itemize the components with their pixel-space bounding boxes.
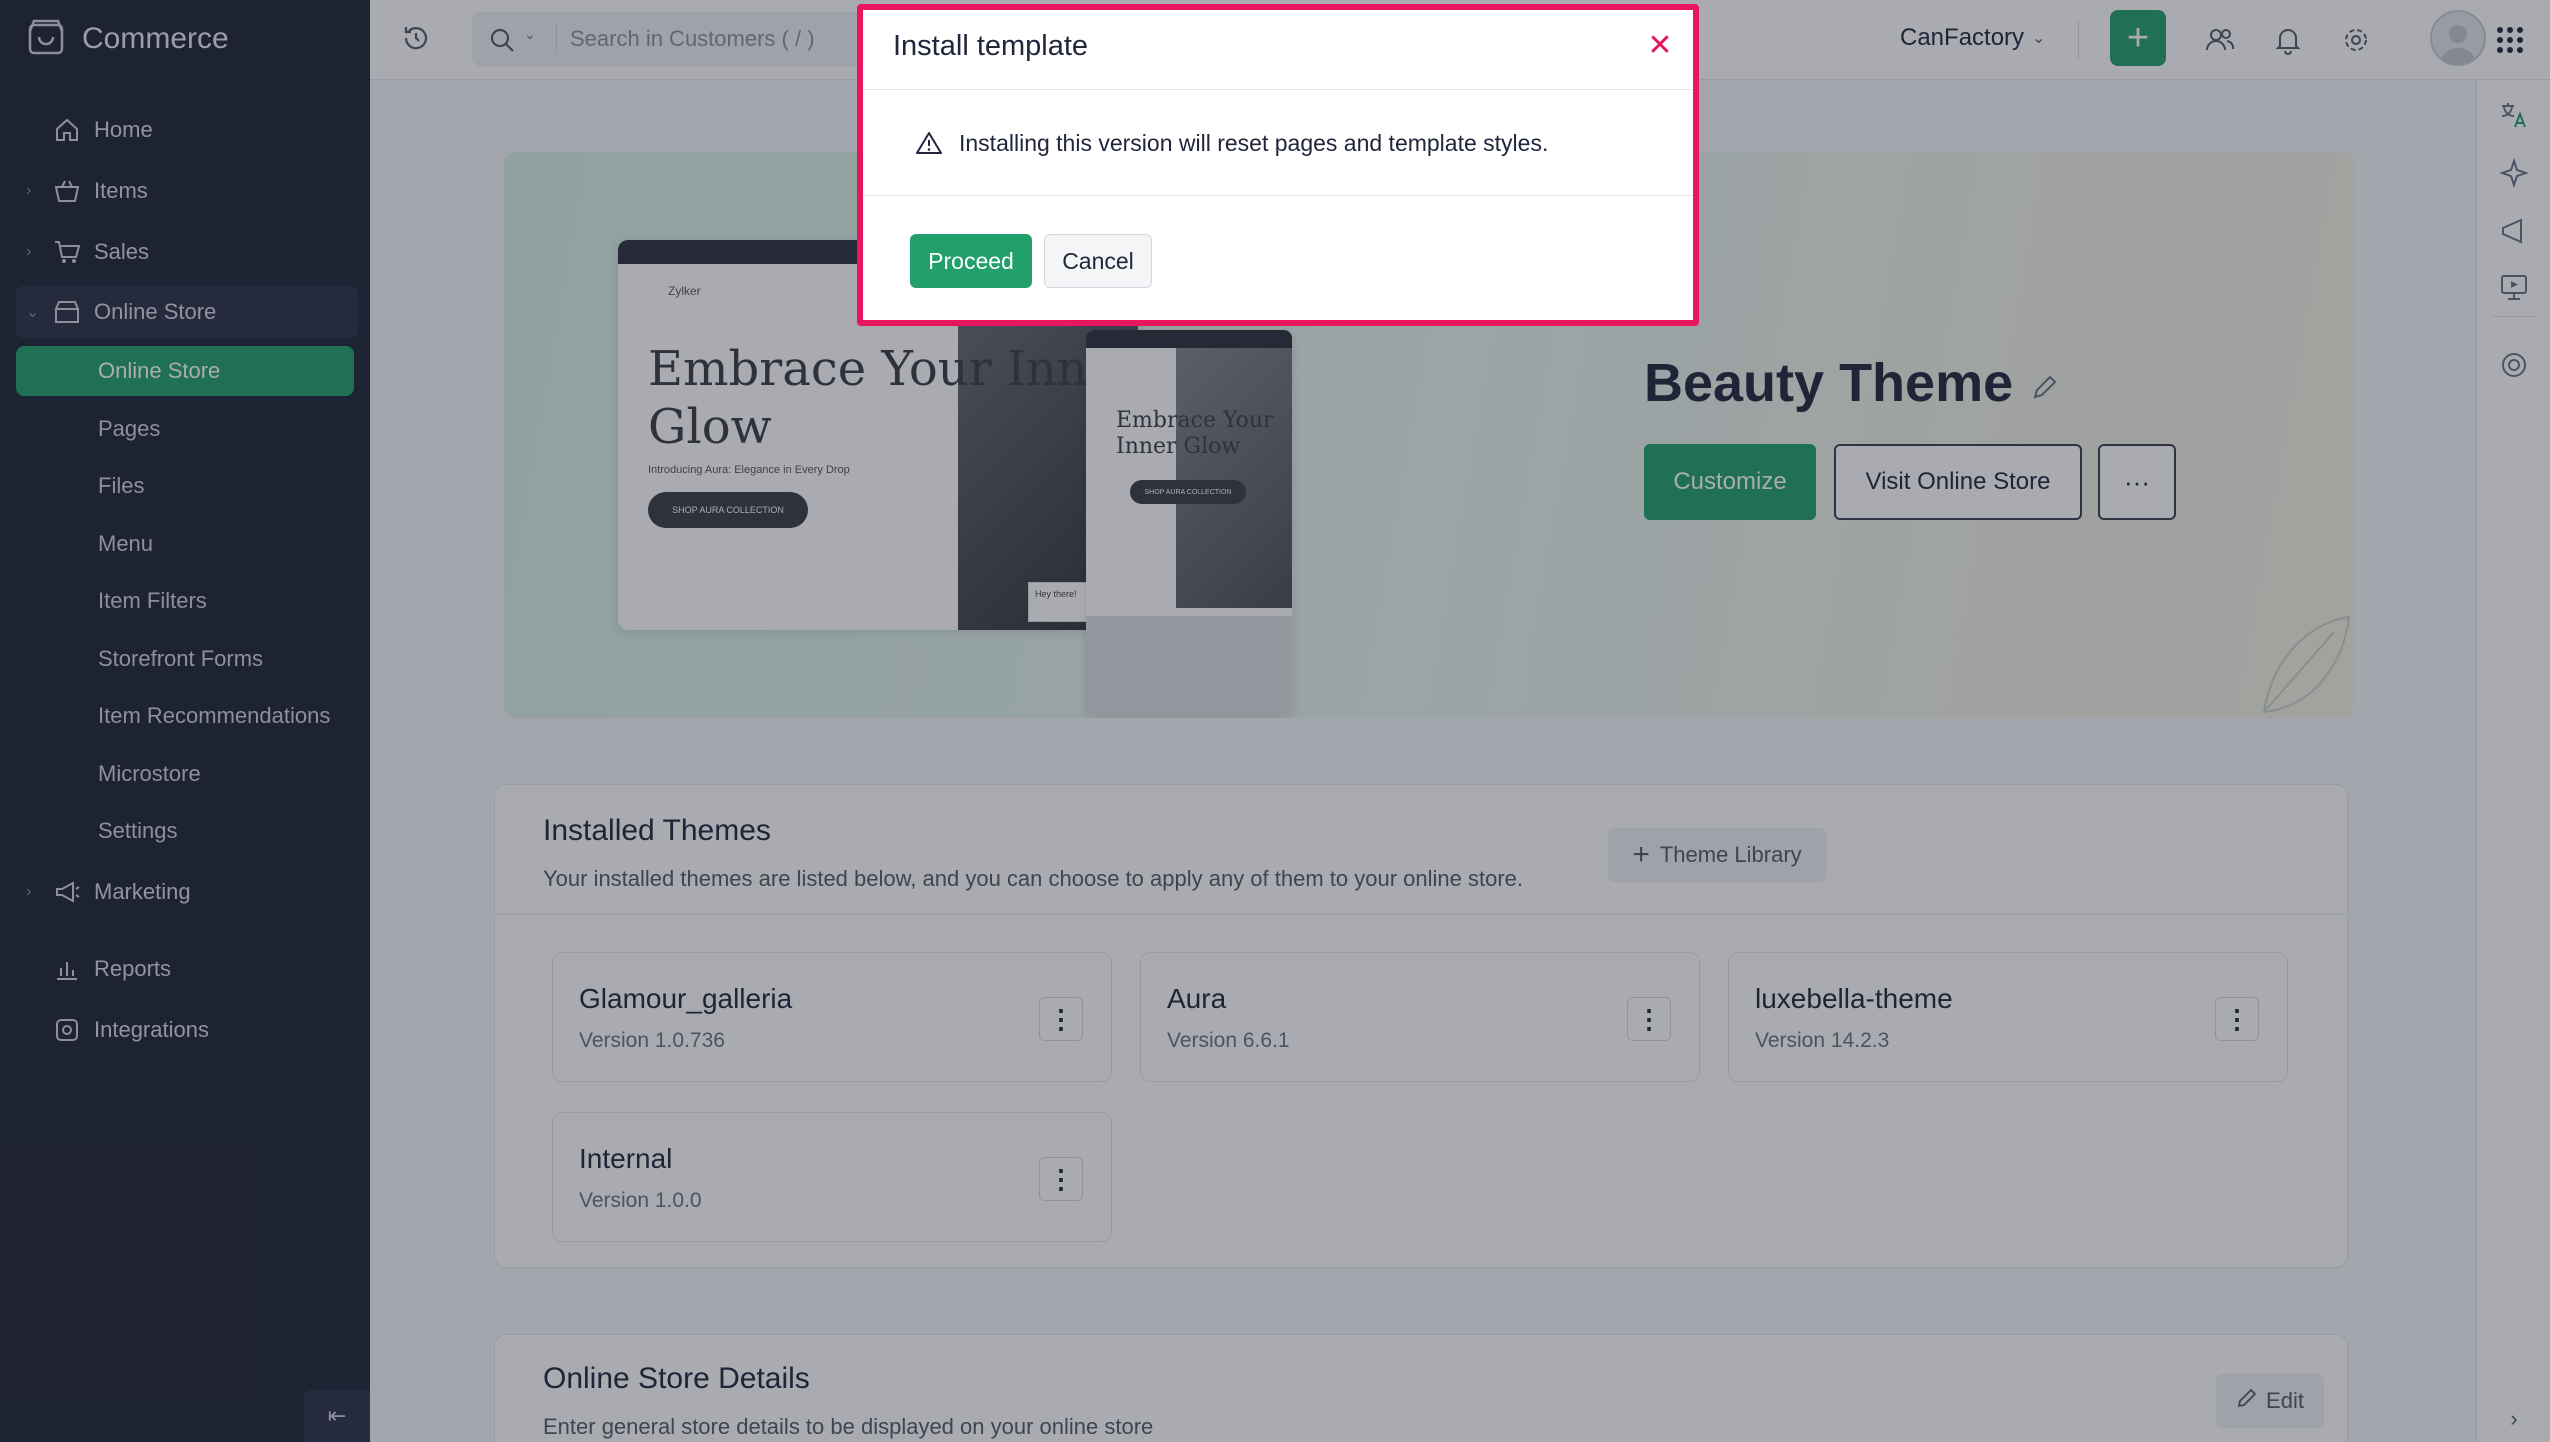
dialog-message: Installing this version will reset pages… — [959, 130, 1549, 156]
proceed-button[interactable]: Proceed — [910, 234, 1032, 288]
warning-icon — [915, 130, 943, 161]
dialog-title: Install template — [893, 30, 1089, 62]
close-icon[interactable]: ✕ — [1643, 28, 1677, 62]
cancel-button[interactable]: Cancel — [1044, 234, 1152, 288]
dialog-header: Install template ✕ — [863, 10, 1693, 90]
dialog-body: Installing this version will reset pages… — [863, 90, 1693, 196]
install-template-dialog: Install template ✕ Installing this versi… — [857, 4, 1699, 326]
